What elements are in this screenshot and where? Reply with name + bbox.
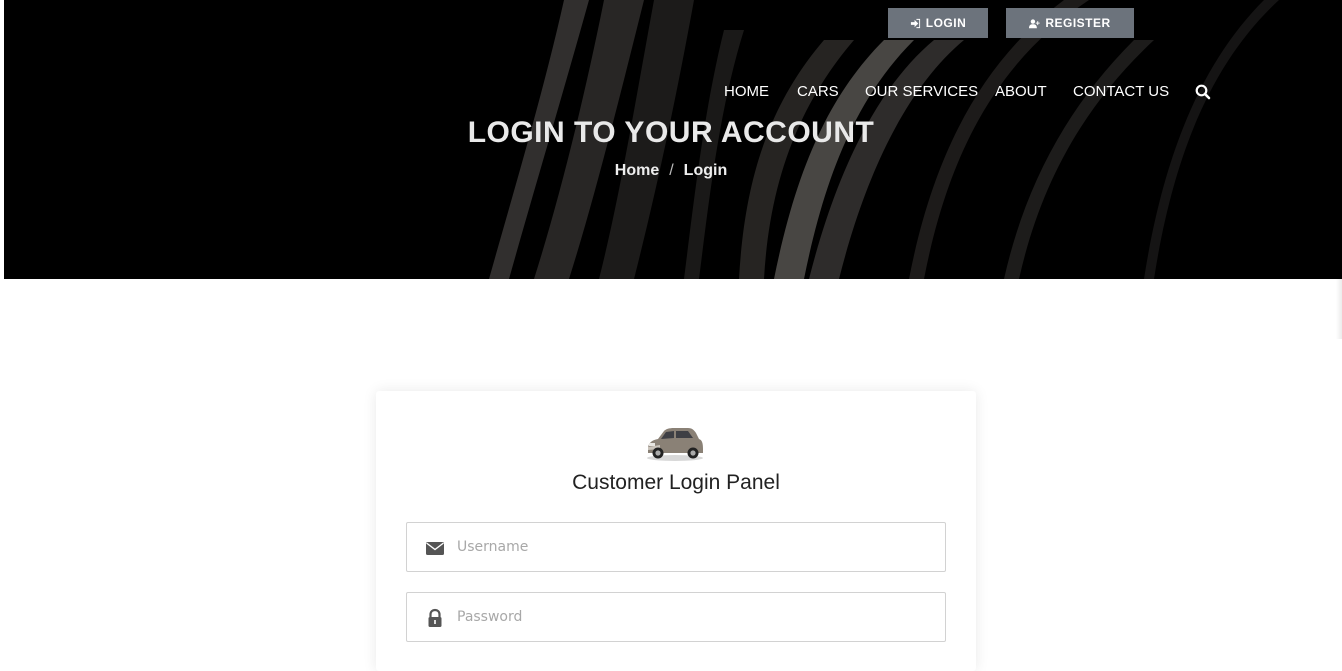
page-edge-shadow [1336, 279, 1342, 339]
breadcrumb-separator: / [669, 162, 674, 179]
nav-home[interactable]: HOME [724, 83, 769, 100]
login-button-label: LOGIN [925, 16, 967, 30]
username-field [406, 522, 946, 572]
login-button[interactable]: LOGIN [888, 8, 988, 38]
page-title: LOGIN TO YOUR ACCOUNT [467, 116, 875, 149]
login-panel: Customer Login Panel [376, 391, 976, 671]
lock-icon [428, 608, 442, 627]
envelope-icon [426, 542, 444, 555]
register-button-label: REGISTER [1045, 16, 1111, 30]
breadcrumb-current: Login [683, 162, 728, 179]
nav-our-services[interactable]: OUR SERVICES [865, 83, 978, 100]
breadcrumb: Home / Login [0, 162, 1342, 180]
password-field [406, 592, 946, 642]
password-input[interactable] [457, 593, 937, 641]
car-icon [647, 428, 703, 461]
nav-cars[interactable]: CARS [797, 83, 839, 100]
username-input[interactable] [457, 523, 937, 571]
main-nav: HOME CARS OUR SERVICES ABOUT CONTACT US [4, 83, 1342, 101]
search-icon[interactable] [1194, 83, 1212, 101]
login-panel-title: Customer Login Panel [572, 471, 780, 494]
register-button[interactable]: REGISTER [1006, 8, 1134, 38]
nav-contact-us[interactable]: CONTACT US [1073, 83, 1169, 100]
user-plus-icon [1029, 18, 1041, 28]
sign-in-icon [910, 18, 920, 28]
nav-about[interactable]: ABOUT [995, 83, 1047, 100]
breadcrumb-home[interactable]: Home [615, 162, 659, 179]
